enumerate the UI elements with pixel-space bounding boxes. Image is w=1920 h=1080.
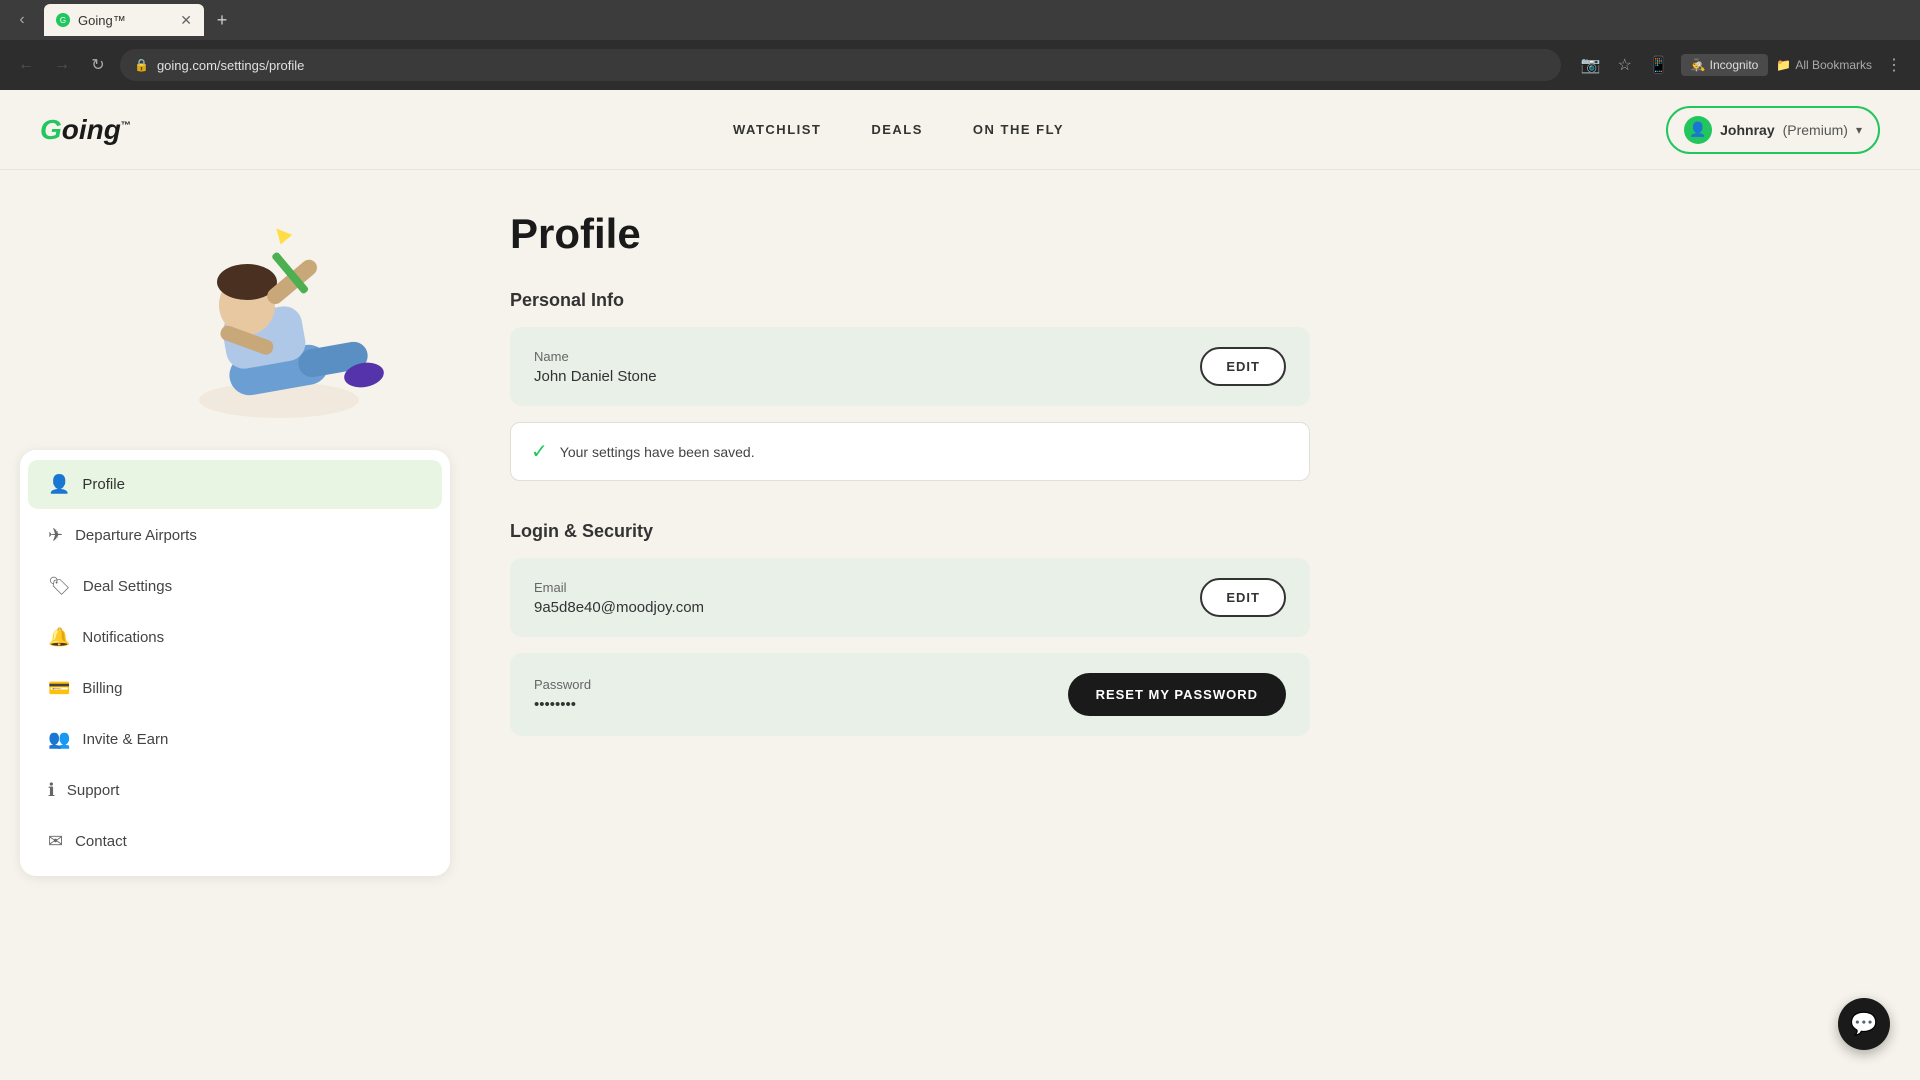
nav-deals[interactable]: DEALS xyxy=(871,122,923,137)
url-bar[interactable]: 🔒 going.com/settings/profile xyxy=(120,49,1561,81)
name-card: Name John Daniel Stone EDIT xyxy=(510,327,1310,406)
sidebar-item-departure-airports[interactable]: ✈ Departure Airports xyxy=(28,511,442,560)
tab-favicon: G xyxy=(56,13,70,27)
email-card: Email 9a5d8e40@moodjoy.com EDIT xyxy=(510,558,1310,637)
nav-on-the-fly[interactable]: ON THE FLY xyxy=(973,122,1064,137)
person-illustration xyxy=(169,200,389,450)
sidebar-label-deals: Deal Settings xyxy=(83,578,172,595)
edit-name-button[interactable]: EDIT xyxy=(1200,347,1286,386)
password-info: Password •••••••• xyxy=(534,677,591,713)
sidebar-item-billing[interactable]: 💳 Billing xyxy=(28,664,442,713)
menu-button[interactable]: ⋮ xyxy=(1880,51,1908,79)
incognito-icon: 🕵 xyxy=(1691,58,1706,72)
chat-icon: 💬 xyxy=(1850,1011,1877,1037)
tab-title: Going™ xyxy=(78,13,172,28)
billing-icon: 💳 xyxy=(48,678,70,699)
invite-icon: 👥 xyxy=(48,729,70,750)
name-value: John Daniel Stone xyxy=(534,368,657,385)
page-title: Profile xyxy=(510,210,1310,258)
logo[interactable]: Going™ xyxy=(40,114,131,146)
password-label: Password xyxy=(534,677,591,692)
tab-close-button[interactable]: ✕ xyxy=(180,12,192,29)
departure-icon: ✈ xyxy=(48,525,63,546)
bookmarks-icon: 📁 xyxy=(1776,58,1791,72)
sidebar-illustration xyxy=(0,170,470,450)
sidebar-item-notifications[interactable]: 🔔 Notifications xyxy=(28,613,442,662)
page: Going™ WATCHLIST DEALS ON THE FLY 👤 John… xyxy=(0,90,1920,1080)
bookmark-icon[interactable]: ☆ xyxy=(1611,51,1639,79)
forward-button[interactable]: → xyxy=(48,51,76,79)
sidebar-item-contact[interactable]: ✉ Contact xyxy=(28,817,442,866)
user-name: Johnray xyxy=(1720,122,1774,138)
password-card: Password •••••••• RESET MY PASSWORD xyxy=(510,653,1310,736)
address-bar-area: ← → ↻ 🔒 going.com/settings/profile 📷 ☆ 📱… xyxy=(0,40,1920,90)
name-label: Name xyxy=(534,349,657,364)
user-plan: (Premium) xyxy=(1783,122,1848,138)
notifications-icon: 🔔 xyxy=(48,627,70,648)
new-tab-button[interactable]: + xyxy=(208,6,236,34)
check-icon: ✓ xyxy=(531,439,548,464)
sidebar-item-deal-settings[interactable]: 🏷 Deal Settings xyxy=(28,562,442,611)
email-info: Email 9a5d8e40@moodjoy.com xyxy=(534,580,704,616)
active-tab[interactable]: G Going™ ✕ xyxy=(44,4,204,36)
sidebar-label-profile: Profile xyxy=(82,476,125,493)
bookmarks-area: 📁 All Bookmarks xyxy=(1776,58,1872,72)
email-label: Email xyxy=(534,580,704,595)
personal-info-title: Personal Info xyxy=(510,290,1310,311)
devices-icon[interactable]: 📱 xyxy=(1645,51,1673,79)
sidebar-label-billing: Billing xyxy=(82,680,122,697)
email-value: 9a5d8e40@moodjoy.com xyxy=(534,599,704,616)
sidebar-item-support[interactable]: ℹ Support xyxy=(28,766,442,815)
profile-icon: 👤 xyxy=(48,474,70,495)
support-icon: ℹ xyxy=(48,780,55,801)
incognito-button[interactable]: 🕵 Incognito xyxy=(1681,54,1769,76)
sidebar-item-invite-earn[interactable]: 👥 Invite & Earn xyxy=(28,715,442,764)
tab-list-button[interactable]: ‹ xyxy=(8,6,36,34)
sidebar-label-departure: Departure Airports xyxy=(75,527,197,544)
lock-icon: 🔒 xyxy=(134,58,149,72)
name-info: Name John Daniel Stone xyxy=(534,349,657,385)
sidebar-label-invite: Invite & Earn xyxy=(82,731,168,748)
camera-off-icon[interactable]: 📷 xyxy=(1577,51,1605,79)
user-avatar: 👤 xyxy=(1684,116,1712,144)
chevron-down-icon: ▾ xyxy=(1856,123,1862,137)
main-nav: WATCHLIST DEALS ON THE FLY xyxy=(733,122,1064,137)
back-button[interactable]: ← xyxy=(12,51,40,79)
reset-password-button[interactable]: RESET MY PASSWORD xyxy=(1068,673,1286,716)
nav-watchlist[interactable]: WATCHLIST xyxy=(733,122,821,137)
main-content: 👤 Profile ✈ Departure Airports 🏷 Deal Se… xyxy=(0,170,1920,916)
toolbar-icons: 📷 ☆ 📱 xyxy=(1577,51,1673,79)
sidebar-label-support: Support xyxy=(67,782,120,799)
saved-banner: ✓ Your settings have been saved. xyxy=(510,422,1310,481)
sidebar-label-notifications: Notifications xyxy=(82,629,164,646)
site-header: Going™ WATCHLIST DEALS ON THE FLY 👤 John… xyxy=(0,90,1920,170)
profile-content: Profile Personal Info Name John Daniel S… xyxy=(470,170,1370,916)
reload-button[interactable]: ↻ xyxy=(84,51,112,79)
login-security-section: Login & Security Email 9a5d8e40@moodjoy.… xyxy=(510,521,1310,736)
sidebar: 👤 Profile ✈ Departure Airports 🏷 Deal Se… xyxy=(0,170,470,916)
logo-text: Going™ xyxy=(40,114,131,146)
edit-email-button[interactable]: EDIT xyxy=(1200,578,1286,617)
sidebar-label-contact: Contact xyxy=(75,833,127,850)
contact-icon: ✉ xyxy=(48,831,63,852)
sidebar-menu: 👤 Profile ✈ Departure Airports 🏷 Deal Se… xyxy=(20,450,450,876)
user-menu[interactable]: 👤 Johnray (Premium) ▾ xyxy=(1666,106,1880,154)
url-text: going.com/settings/profile xyxy=(157,58,304,73)
browser-chrome: ‹ G Going™ ✕ + ← → ↻ 🔒 going.com/setting… xyxy=(0,0,1920,90)
tab-bar: ‹ G Going™ ✕ + xyxy=(0,0,1920,40)
chat-button[interactable]: 💬 xyxy=(1838,998,1890,1050)
deal-icon: 🏷 xyxy=(48,576,71,597)
saved-message: Your settings have been saved. xyxy=(560,444,755,460)
password-value: •••••••• xyxy=(534,696,591,713)
login-security-title: Login & Security xyxy=(510,521,1310,542)
sidebar-item-profile[interactable]: 👤 Profile xyxy=(28,460,442,509)
